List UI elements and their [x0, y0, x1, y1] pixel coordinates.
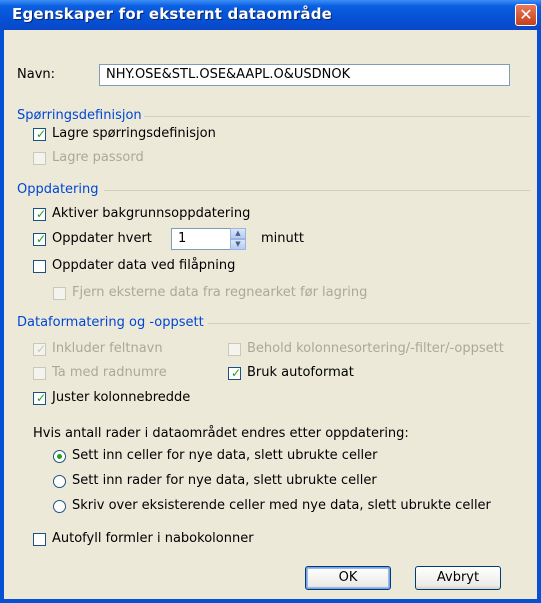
autoformat-checkbox[interactable]: ✓	[228, 366, 242, 380]
keep-column-sort-label: Behold kolonnesortering/-filter/-oppsett	[247, 341, 504, 356]
include-field-names-checkbox[interactable]: ✓	[33, 342, 47, 356]
refresh-on-open-label: Oppdater data ved filåpning	[52, 258, 236, 273]
include-field-names-label: Inkluder feltnavn	[52, 341, 163, 356]
background-refresh-checkbox[interactable]: ✓	[33, 207, 47, 221]
remove-external-data-checkbox[interactable]	[53, 287, 66, 300]
check-icon: ✓	[36, 207, 47, 221]
insert-rows-radio[interactable]	[53, 475, 66, 488]
refresh-group-label: Oppdatering	[17, 182, 99, 197]
window-frame-bottom	[0, 599, 541, 603]
adjust-column-width-checkbox[interactable]: ✓	[33, 391, 47, 405]
refresh-on-open-checkbox[interactable]	[33, 260, 46, 273]
check-icon: ✓	[36, 391, 47, 405]
query-definition-divider	[144, 116, 530, 117]
refresh-unit-label: minutt	[261, 231, 304, 246]
check-icon: ✓	[36, 127, 47, 141]
row-numbers-label: Ta med radnumre	[52, 365, 167, 380]
close-button[interactable]: ✕	[515, 4, 537, 26]
check-icon: ✓	[36, 232, 47, 246]
fill-formulas-checkbox[interactable]	[33, 533, 46, 546]
dialog-window: Egenskaper for eksternt dataområde ✕ Nav…	[0, 0, 541, 603]
cancel-button[interactable]: Avbryt	[415, 566, 501, 590]
insert-cells-label: Sett inn celler for nye data, slett ubru…	[72, 448, 378, 463]
refresh-every-checkbox[interactable]: ✓	[33, 232, 47, 246]
refresh-interval-spinner[interactable]: ▲ ▼	[230, 228, 246, 250]
refresh-every-label: Oppdater hvert	[52, 231, 152, 246]
save-query-label: Lagre spørringsdefinisjon	[52, 126, 216, 141]
spin-up-icon[interactable]: ▲	[230, 228, 246, 239]
title-bar[interactable]: Egenskaper for eksternt dataområde ✕	[0, 0, 541, 30]
name-label: Navn:	[17, 67, 56, 82]
autoformat-label: Bruk autoformat	[247, 365, 354, 380]
insert-cells-radio[interactable]	[53, 450, 66, 463]
check-icon: ✓	[36, 342, 47, 356]
ok-button[interactable]: OK	[305, 566, 391, 590]
query-definition-group-label: Spørringsdefinisjon	[17, 108, 142, 123]
dialog-title: Egenskaper for eksternt dataområde	[12, 5, 333, 23]
formatting-group-label: Dataformatering og -oppsett	[17, 315, 204, 330]
save-query-checkbox[interactable]: ✓	[33, 127, 47, 141]
overwrite-cells-radio[interactable]	[53, 500, 66, 513]
refresh-interval-input[interactable]: 1	[171, 228, 231, 250]
insert-rows-label: Sett inn rader for nye data, slett ubruk…	[72, 473, 377, 488]
radio-selected-dot	[57, 454, 62, 459]
formatting-divider	[208, 323, 530, 324]
background-refresh-label: Aktiver bakgrunnsoppdatering	[52, 206, 251, 221]
close-icon: ✕	[519, 5, 533, 24]
dialog-body: Navn: NHY.OSE&STL.OSE&AAPL.O&USDNOK Spør…	[4, 30, 537, 599]
row-numbers-checkbox[interactable]	[33, 367, 46, 380]
save-password-label: Lagre passord	[52, 150, 144, 165]
row-change-prompt: Hvis antall rader i dataområdet endres e…	[33, 426, 409, 441]
keep-column-sort-checkbox[interactable]	[228, 343, 241, 356]
check-icon: ✓	[231, 366, 242, 380]
save-password-checkbox[interactable]	[33, 152, 46, 165]
refresh-divider	[104, 190, 530, 191]
name-input[interactable]: NHY.OSE&STL.OSE&AAPL.O&USDNOK	[99, 64, 510, 86]
spin-down-icon[interactable]: ▼	[230, 239, 246, 250]
remove-external-data-label: Fjern eksterne data fra regnearket før l…	[72, 285, 368, 300]
fill-formulas-label: Autofyll formler i nabokolonner	[52, 531, 254, 546]
window-frame-right	[537, 30, 541, 603]
adjust-column-width-label: Juster kolonnebredde	[52, 390, 191, 405]
overwrite-cells-label: Skriv over eksisterende celler med nye d…	[72, 498, 491, 513]
